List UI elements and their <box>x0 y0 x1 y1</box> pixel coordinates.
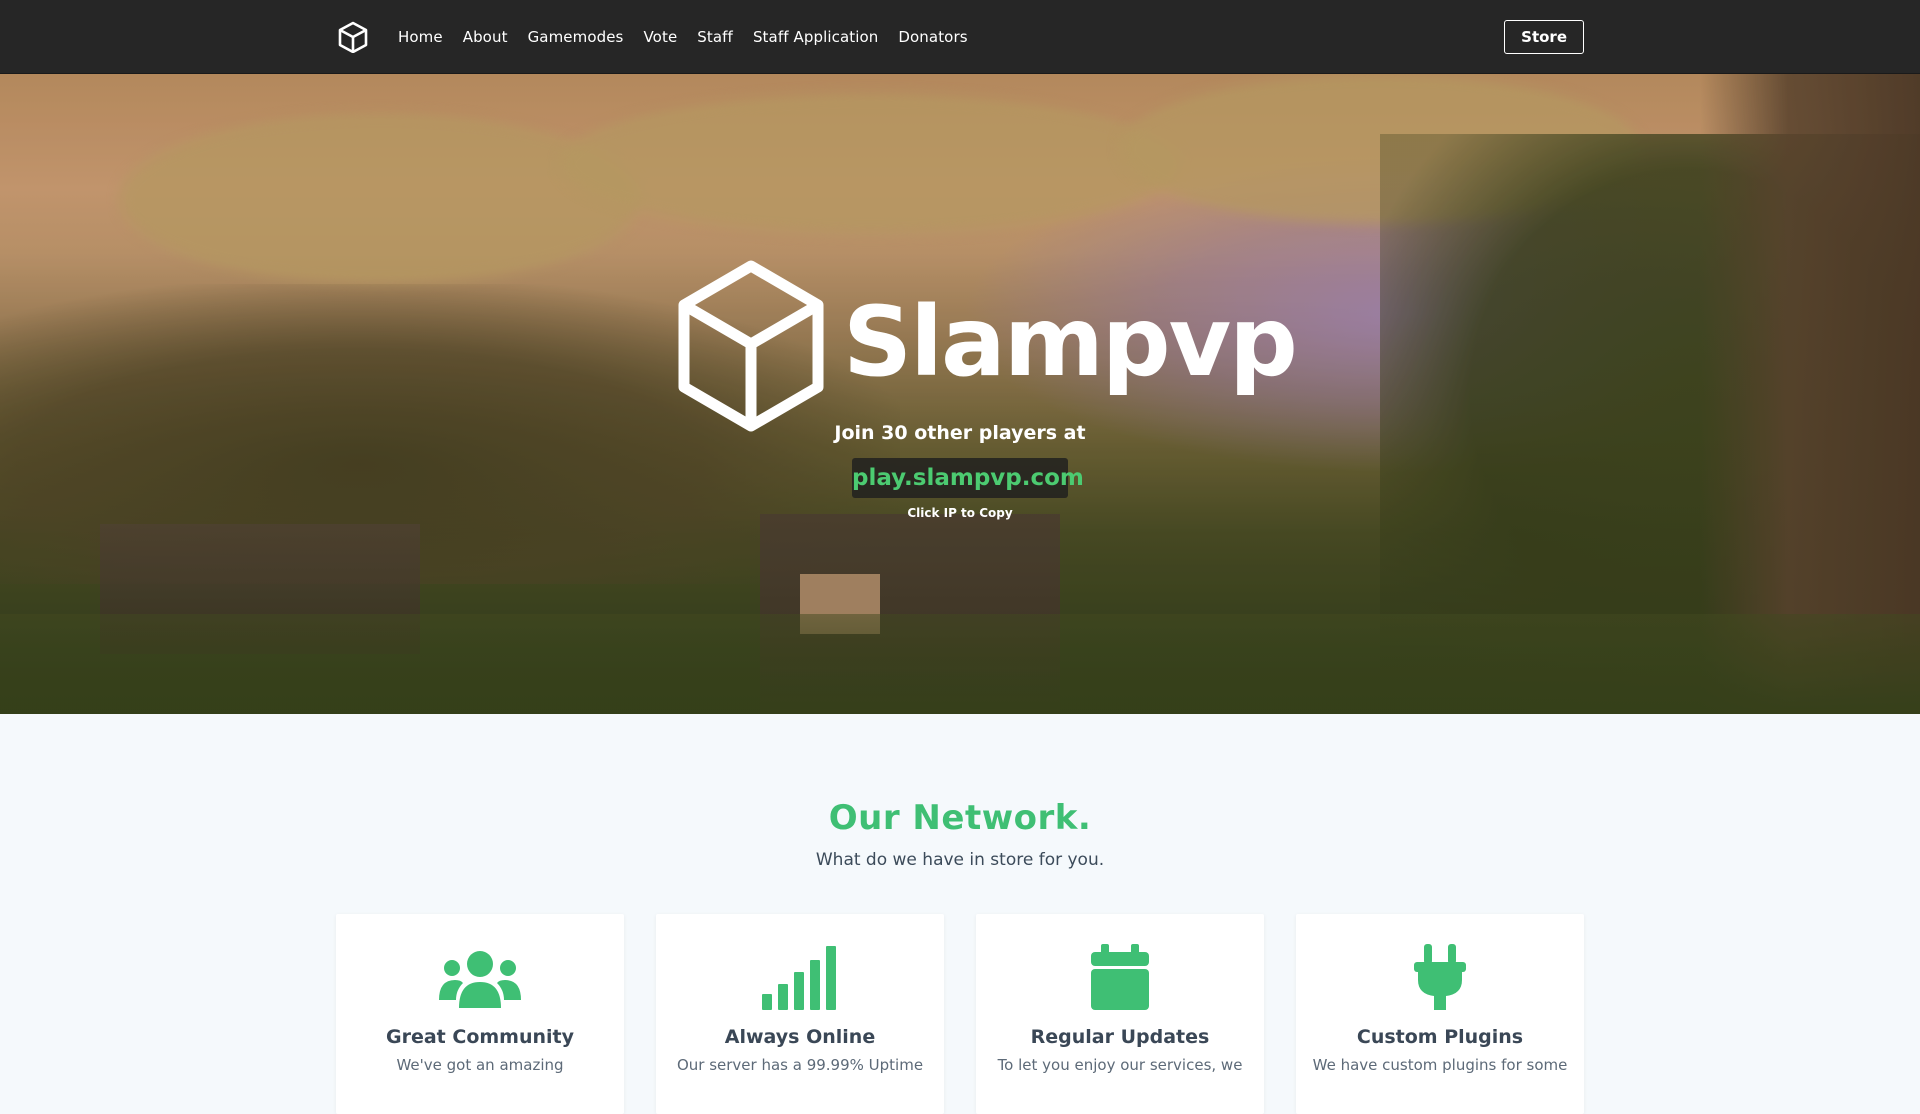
nav-link-donators[interactable]: Donators <box>888 28 977 46</box>
hero-banner: Slampvp Join 30 other players at play.sl… <box>0 74 1920 714</box>
copy-hint: Click IP to Copy <box>907 506 1013 520</box>
server-ip-button[interactable]: play.slampvp.com <box>852 458 1084 498</box>
feature-card-title: Great Community <box>386 1026 574 1048</box>
plug-icon <box>1296 944 1584 1010</box>
feature-card-title: Custom Plugins <box>1356 1026 1524 1048</box>
feature-card-online: Always Online Our server has a 99.99% Up… <box>656 914 944 1114</box>
nav-link-about[interactable]: About <box>453 28 518 46</box>
users-icon <box>336 944 624 1010</box>
nav-link-staff[interactable]: Staff <box>687 28 743 46</box>
feature-card-plugins: Custom Plugins We have custom plugins fo… <box>1296 914 1584 1114</box>
store-button[interactable]: Store <box>1504 20 1584 54</box>
feature-card-text: To let you enjoy our services, we <box>997 1056 1243 1074</box>
navbar: Home About Gamemodes Vote Staff Staff Ap… <box>0 0 1920 74</box>
feature-card-text: We have custom plugins for some <box>1312 1056 1568 1074</box>
cube-icon[interactable] <box>336 20 370 54</box>
hero-content: Slampvp Join 30 other players at play.sl… <box>0 74 1920 714</box>
feature-card-community: Great Community We've got an amazing <box>336 914 624 1114</box>
nav-links: Home About Gamemodes Vote Staff Staff Ap… <box>388 28 978 46</box>
hero-title: Slampvp <box>843 286 1298 398</box>
feature-card-text: Our server has a 99.99% Uptime <box>676 1056 924 1074</box>
section-title: Our Network. <box>828 798 1092 838</box>
feature-card-updates: Regular Updates To let you enjoy our ser… <box>976 914 1264 1114</box>
feature-card-title: Always Online <box>724 1026 876 1048</box>
feature-cards: Great Community We've got an amazing Alw… <box>336 914 1584 1114</box>
nav-link-vote[interactable]: Vote <box>633 28 687 46</box>
cube-icon <box>676 260 826 432</box>
hero-subtitle: Join 30 other players at <box>834 422 1086 444</box>
navbar-inner: Home About Gamemodes Vote Staff Staff Ap… <box>336 0 1584 74</box>
nav-link-gamemodes[interactable]: Gamemodes <box>518 28 634 46</box>
nav-link-home[interactable]: Home <box>388 28 453 46</box>
nav-link-staff-application[interactable]: Staff Application <box>743 28 888 46</box>
calendar-icon <box>976 944 1264 1010</box>
signal-icon <box>656 944 944 1010</box>
feature-card-title: Regular Updates <box>1030 1026 1210 1048</box>
section-subtitle: What do we have in store for you. <box>815 850 1105 870</box>
network-section: Our Network. What do we have in store fo… <box>0 714 1920 1114</box>
feature-card-text: We've got an amazing <box>396 1056 564 1074</box>
